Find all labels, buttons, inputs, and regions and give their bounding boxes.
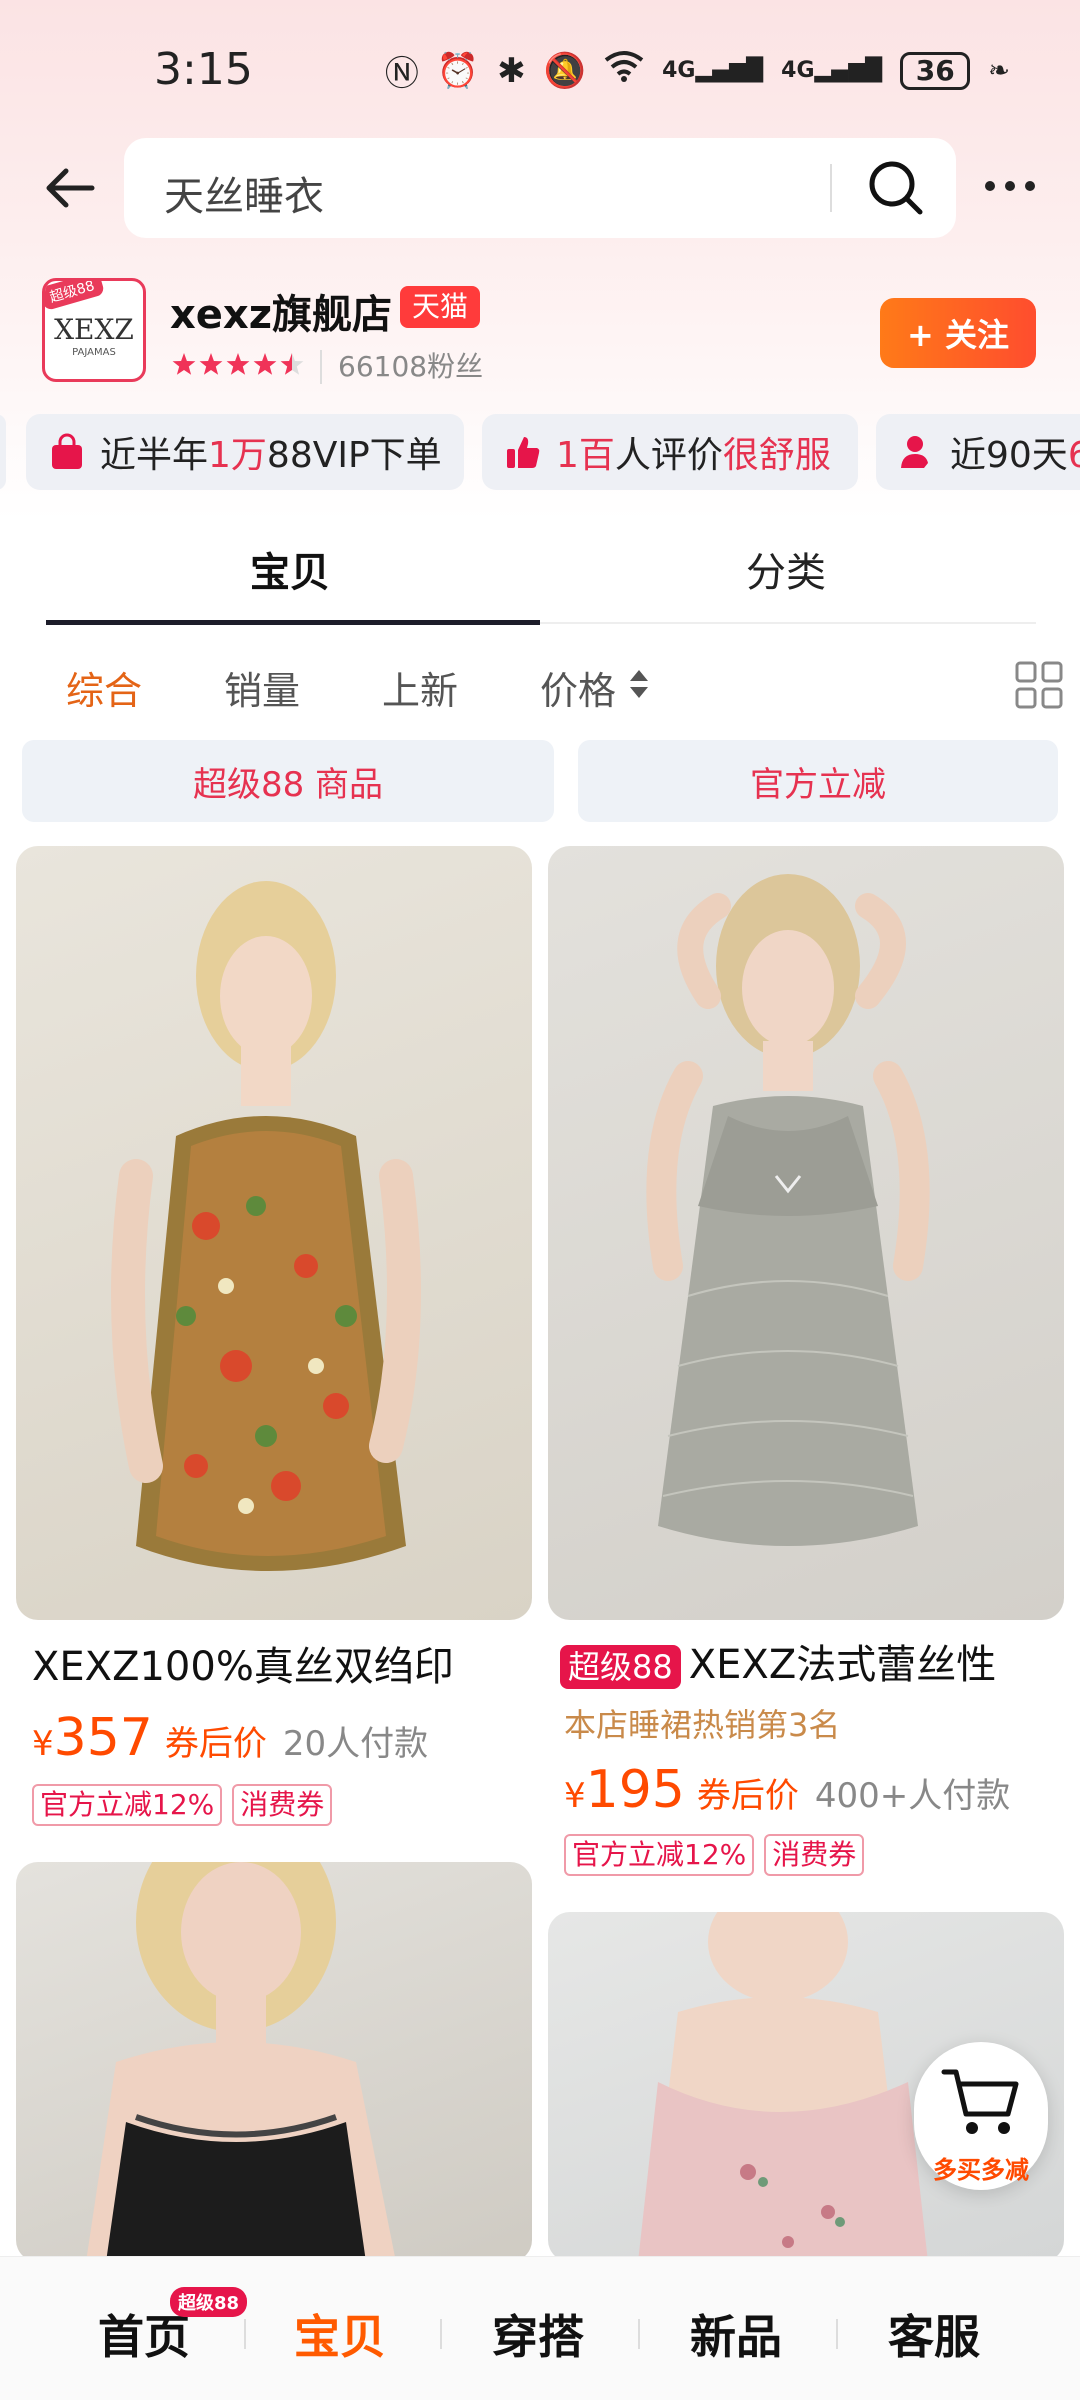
search-input[interactable]: 天丝睡衣: [124, 138, 956, 238]
product-title[interactable]: 超级88 XEXZ法式蕾丝性: [560, 1632, 1060, 1690]
more-dots-icon: [985, 181, 1035, 191]
shop-name[interactable]: xexz旗舰店: [170, 282, 392, 340]
more-button[interactable]: [980, 166, 1040, 206]
logo-text: XEXZ: [54, 313, 134, 346]
star-icon: [199, 353, 223, 375]
alarm-icon: ⏰: [436, 50, 480, 91]
vibrate-icon: ✱: [497, 50, 526, 91]
search-divider: [830, 164, 832, 212]
layout-toggle-button[interactable]: [1014, 660, 1064, 710]
nav-products[interactable]: 宝贝: [240, 2301, 440, 2367]
thumbs-up-icon: [507, 437, 540, 468]
star-rating-icon: [172, 353, 304, 375]
highlight-text: 1百人评价很舒服: [556, 435, 831, 476]
price-label: 券后价: [696, 1776, 799, 1816]
signal-icon-2: 4G▂▄▆█: [781, 58, 883, 83]
coupon-tag: 消费券: [232, 1784, 333, 1826]
product-photo-floral-slip: [111, 881, 421, 1571]
product-card[interactable]: 超级88 XEXZ法式蕾丝性 本店睡裙热销第3名 ¥ 195 券后价 400+人付…: [548, 846, 1064, 1886]
coupon-tag: 消费券: [764, 1834, 865, 1876]
status-time: 3:15: [154, 44, 253, 95]
shop-highlights: 近半年1万88VIP下单 1百人评价很舒服 近90天6: [0, 414, 1080, 490]
product-image[interactable]: [548, 846, 1064, 1620]
sort-new[interactable]: 上新: [382, 660, 458, 715]
arrow-left-icon: [46, 168, 95, 208]
product-tags: 官方立减12% 消费券: [564, 1834, 865, 1876]
highlight-chip-repeat[interactable]: 近90天6: [876, 414, 1080, 490]
product-image[interactable]: [16, 846, 532, 1620]
active-tab-indicator: [46, 620, 540, 625]
nav-customer-service[interactable]: 客服: [834, 2301, 1034, 2367]
discount-tag: 官方立减12%: [564, 1834, 755, 1876]
sort-price[interactable]: 价格: [540, 660, 616, 715]
shopping-cart-icon: [941, 2069, 1019, 2134]
search-icon: [869, 161, 923, 215]
sort-overall[interactable]: 综合: [66, 660, 142, 715]
leaf-icon: ❧: [988, 55, 1010, 86]
filter-super88[interactable]: 超级88 商品: [22, 740, 554, 822]
product-price: 195: [585, 1760, 685, 1820]
highlight-chip-partial[interactable]: [0, 414, 6, 490]
back-button[interactable]: [40, 158, 100, 218]
follow-button[interactable]: + 关注: [880, 298, 1036, 368]
shop-logo[interactable]: 超级88 XEXZ PAJAMAS: [42, 278, 146, 382]
nfc-icon: Ⓝ: [384, 54, 419, 94]
product-image[interactable]: [16, 1862, 532, 2262]
filter-official-discount[interactable]: 官方立减: [578, 740, 1058, 822]
nav-new-arrivals[interactable]: 新品: [636, 2301, 836, 2367]
status-bar: 3:15 Ⓝ ⏰ ✱ 🔕 4G▂▄▆█ 4G▂▄▆█ 36 ❧: [0, 0, 1080, 140]
star-icon: [172, 353, 196, 375]
status-icons: Ⓝ ⏰ ✱ 🔕 4G▂▄▆█ 4G▂▄▆█ 36 ❧: [385, 46, 1010, 95]
product-price: 357: [53, 1708, 153, 1768]
sales-rank[interactable]: 本店睡裙热销第3名: [564, 1700, 840, 1746]
product-title[interactable]: XEXZ100%真丝双绉印: [32, 1634, 522, 1692]
promo-badge: 超级88: [560, 1645, 681, 1689]
tmall-badge: 天猫: [400, 286, 481, 328]
tab-products[interactable]: 宝贝: [250, 540, 330, 598]
product-photo-black-lace: [86, 1862, 396, 2262]
star-icon: [226, 353, 250, 375]
search-query: 天丝睡衣: [164, 174, 324, 220]
logo-subtext: PAJAMAS: [72, 347, 116, 358]
battery-icon: 36: [900, 51, 971, 90]
buyers-count: 20人付款: [282, 1724, 429, 1764]
star-icon: [253, 353, 277, 375]
price-row: ¥ 357 券后价 20人付款: [32, 1708, 428, 1768]
float-cart-label: 多买多减: [933, 2156, 1029, 2184]
price-label: 券后价: [164, 1724, 267, 1764]
product-title-text: XEXZ法式蕾丝性: [688, 1642, 997, 1688]
sort-arrows-icon: [630, 670, 648, 698]
highlight-text: 近90天6: [950, 435, 1080, 476]
grid-view-icon: [1015, 661, 1063, 709]
multi-buy-cart-button[interactable]: 多买多减: [914, 2042, 1048, 2190]
bottom-navigation: 首页 超级88 宝贝 穿搭 新品 客服: [0, 2256, 1080, 2400]
fans-count: 66108粉丝: [320, 350, 483, 384]
highlight-chip-vip-orders[interactable]: 近半年1万88VIP下单: [26, 414, 464, 490]
product-photo-lace-slip: [646, 874, 930, 1546]
star-icon: [280, 353, 304, 375]
wifi-icon: [604, 50, 644, 91]
signal-icon: 4G▂▄▆█: [662, 58, 764, 83]
nav-home-badge: 超级88: [170, 2287, 248, 2317]
sort-sales[interactable]: 销量: [224, 660, 300, 715]
price-row: ¥ 195 券后价 400+人付款: [564, 1760, 1010, 1820]
search-button[interactable]: [864, 156, 928, 220]
buyers-count: 400+人付款: [814, 1776, 1011, 1816]
rating-stars: [170, 350, 310, 380]
currency-symbol: ¥: [32, 1724, 54, 1764]
user-icon: [901, 436, 928, 468]
product-card[interactable]: [16, 1862, 532, 2262]
discount-tag: 官方立减12%: [32, 1784, 223, 1826]
mute-icon: 🔕: [543, 50, 587, 91]
logo-badge: 超级88: [45, 281, 105, 312]
shopping-bag-icon: [52, 433, 82, 469]
currency-symbol: ¥: [564, 1776, 586, 1816]
highlight-chip-reviews[interactable]: 1百人评价很舒服: [482, 414, 858, 490]
tab-categories[interactable]: 分类: [746, 540, 826, 598]
product-tags: 官方立减12% 消费券: [32, 1784, 333, 1826]
nav-outfits[interactable]: 穿搭: [438, 2301, 638, 2367]
product-card[interactable]: XEXZ100%真丝双绉印 ¥ 357 券后价 20人付款 官方立减12% 消费…: [16, 846, 532, 1846]
highlight-text: 近半年1万88VIP下单: [100, 435, 442, 476]
